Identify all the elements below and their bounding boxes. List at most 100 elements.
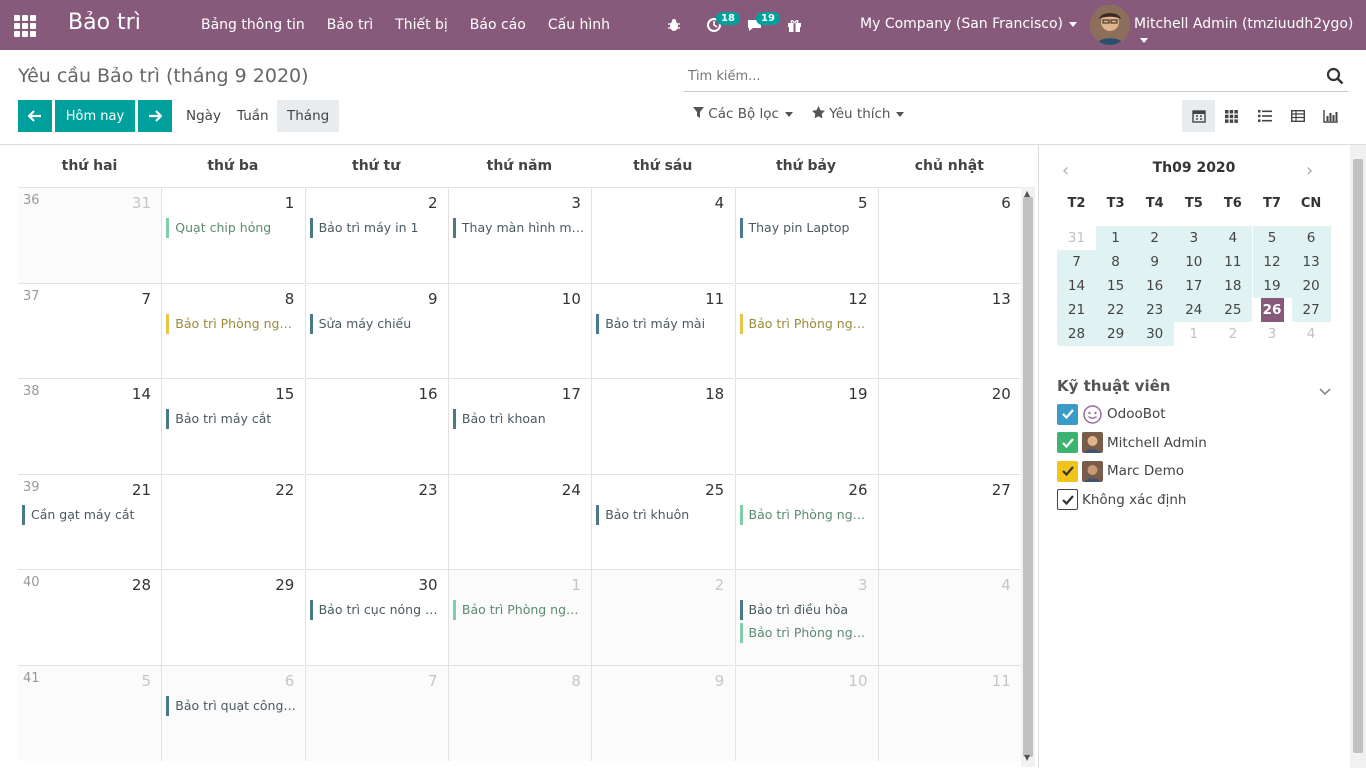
mini-day[interactable]: 27 [1291, 298, 1331, 322]
scale-week-button[interactable]: Tuần [227, 100, 279, 132]
day-cell[interactable]: 9 [591, 664, 735, 761]
day-cell[interactable]: 10 [734, 664, 878, 761]
day-cell[interactable]: 10 [447, 282, 591, 379]
technician-filter-item[interactable]: OdooBot [1057, 403, 1166, 425]
technician-filter-item[interactable]: Mitchell Admin [1057, 432, 1207, 454]
mini-day[interactable]: 18 [1213, 274, 1253, 298]
calendar-event[interactable]: Thay màn hình máy tính 1 [452, 218, 586, 238]
side-scrollbar[interactable] [1350, 145, 1366, 768]
day-cell[interactable]: 40 28 [18, 569, 161, 665]
day-cell[interactable]: 15 Bảo trì máy cắt [161, 378, 305, 474]
day-cell[interactable]: 4 [877, 569, 1021, 665]
scale-month-button[interactable]: Tháng [277, 100, 340, 132]
mini-day[interactable]: 4 [1213, 226, 1253, 250]
mini-day[interactable]: 14 [1057, 274, 1096, 298]
day-cell[interactable]: 11 Bảo trì máy mài [591, 282, 735, 379]
day-cell[interactable]: 41 5 [18, 664, 161, 761]
mini-day[interactable]: 25 [1213, 298, 1253, 322]
technician-filter-item[interactable]: Không xác định [1057, 489, 1187, 511]
apps-menu-icon[interactable] [14, 15, 36, 37]
day-cell[interactable]: 27 [877, 473, 1021, 570]
mini-day[interactable]: 12 [1252, 250, 1292, 274]
mini-day[interactable]: 8 [1096, 250, 1136, 274]
day-cell[interactable]: 11 [877, 664, 1021, 761]
checkbox[interactable] [1057, 432, 1078, 453]
day-cell[interactable]: 3 Thay màn hình máy tính 1 [447, 187, 591, 283]
mini-next-chevron-icon[interactable]: › [1306, 160, 1313, 181]
calendar-event[interactable]: Cần gạt máy cắt [22, 504, 155, 525]
graph-view-button[interactable] [1314, 100, 1347, 132]
scroll-down-icon[interactable]: ▼ [1024, 753, 1030, 762]
calendar-event[interactable]: Bảo trì máy cắt [166, 409, 299, 429]
day-cell[interactable]: 2 Bảo trì máy in 1 [304, 187, 448, 283]
day-cell[interactable]: 6 Bảo trì quạt công nghiệp [161, 664, 305, 761]
calendar-event[interactable]: Quạt chip hỏng [166, 218, 299, 238]
calendar-event[interactable]: Bảo trì Phòng ngừa - Máy tính bảng [452, 600, 586, 620]
search-input[interactable] [684, 62, 1284, 90]
day-cell[interactable]: 24 [447, 473, 591, 570]
chevron-down-icon[interactable] [1319, 381, 1331, 400]
day-cell[interactable]: 1 Bảo trì Phòng ngừa - Máy tính bảng [447, 569, 591, 665]
calendar-event[interactable]: Thay pin Laptop [739, 218, 873, 238]
menu-maintenance[interactable]: Bảo trì [316, 17, 384, 33]
day-cell[interactable]: 22 [161, 473, 305, 570]
next-button[interactable] [138, 100, 172, 132]
mini-day[interactable]: 10 [1174, 250, 1214, 274]
search-icon[interactable] [1326, 67, 1344, 89]
mini-day[interactable]: 2 [1213, 322, 1252, 346]
mini-day[interactable]: 5 [1252, 226, 1292, 250]
mini-day[interactable]: 15 [1096, 274, 1136, 298]
day-cell[interactable]: 36 31 [18, 187, 161, 283]
day-cell[interactable]: 23 [304, 473, 448, 570]
messages-icon[interactable]: 19 [740, 0, 780, 50]
bug-icon[interactable] [660, 0, 688, 50]
menu-equipment[interactable]: Thiết bị [384, 17, 459, 33]
mini-day[interactable]: 7 [1057, 250, 1096, 274]
mini-day[interactable]: 23 [1135, 298, 1175, 322]
menu-dashboard[interactable]: Bảng thông tin [190, 17, 316, 33]
day-cell[interactable]: 25 Bảo trì khuôn [591, 473, 735, 570]
day-cell[interactable]: 39 21 Cần gạt máy cắt [18, 473, 161, 570]
day-cell[interactable]: 29 [161, 569, 305, 665]
calendar-event[interactable]: Bảo trì cục nóng điều hòa [309, 600, 443, 620]
day-cell[interactable]: 6 [877, 187, 1021, 283]
scrollbar-thumb[interactable] [1353, 159, 1363, 753]
day-cell[interactable]: 8 Bảo trì Phòng ngừa - Máy tính bảng [161, 282, 305, 379]
calendar-event[interactable]: Bảo trì quạt công nghiệp [166, 695, 299, 716]
mini-day[interactable]: 24 [1174, 298, 1214, 322]
day-cell[interactable]: 8 [447, 664, 591, 761]
gift-icon[interactable] [780, 0, 808, 50]
calendar-event[interactable]: Bảo trì Phòng ngừa - Máy tính bảng [166, 313, 299, 334]
mini-day[interactable]: 28 [1057, 322, 1096, 346]
day-cell[interactable]: 38 14 [18, 378, 161, 474]
mini-day[interactable]: 19 [1252, 274, 1292, 298]
mini-day[interactable]: 9 [1135, 250, 1175, 274]
calendar-event[interactable]: Bảo trì máy in 1 [309, 218, 443, 238]
favorites-dropdown[interactable]: Yêu thích [812, 106, 905, 122]
mini-day[interactable]: 13 [1291, 250, 1331, 274]
user-avatar[interactable] [1090, 5, 1130, 45]
kanban-view-button[interactable] [1215, 100, 1248, 132]
mini-day[interactable]: 2 [1135, 226, 1175, 250]
calendar-event[interactable]: Bảo trì máy mài [596, 313, 729, 334]
calendar-event[interactable]: Bảo trì khoan [452, 409, 586, 429]
mini-day[interactable]: 3 [1174, 226, 1214, 250]
day-cell[interactable]: 13 [877, 282, 1021, 379]
activity-icon[interactable]: 18 [700, 0, 740, 50]
mini-day[interactable]: 1 [1096, 226, 1136, 250]
mini-day[interactable]: 21 [1057, 298, 1096, 322]
menu-reporting[interactable]: Báo cáo [459, 17, 537, 33]
mini-day[interactable]: 20 [1291, 274, 1331, 298]
mini-day[interactable]: 17 [1174, 274, 1214, 298]
today-button[interactable]: Hôm nay [55, 100, 135, 132]
day-cell[interactable]: 17 Bảo trì khoan [447, 378, 591, 474]
day-cell[interactable]: 26 Bảo trì Phòng ngừa - Máy tính bảng [734, 473, 878, 570]
mini-day[interactable]: 3 [1253, 322, 1292, 346]
technician-filter-item[interactable]: Marc Demo [1057, 460, 1184, 482]
calendar-view-button[interactable] [1182, 100, 1215, 132]
calendar-event[interactable]: Bảo trì Phòng ngừa - Máy tính bảng [739, 504, 873, 525]
calendar-scrollbar[interactable]: ▲ ▼ [1021, 187, 1035, 767]
mini-day[interactable]: 30 [1135, 322, 1175, 346]
mini-day[interactable]: 29 [1096, 322, 1136, 346]
checkbox[interactable] [1057, 460, 1078, 482]
